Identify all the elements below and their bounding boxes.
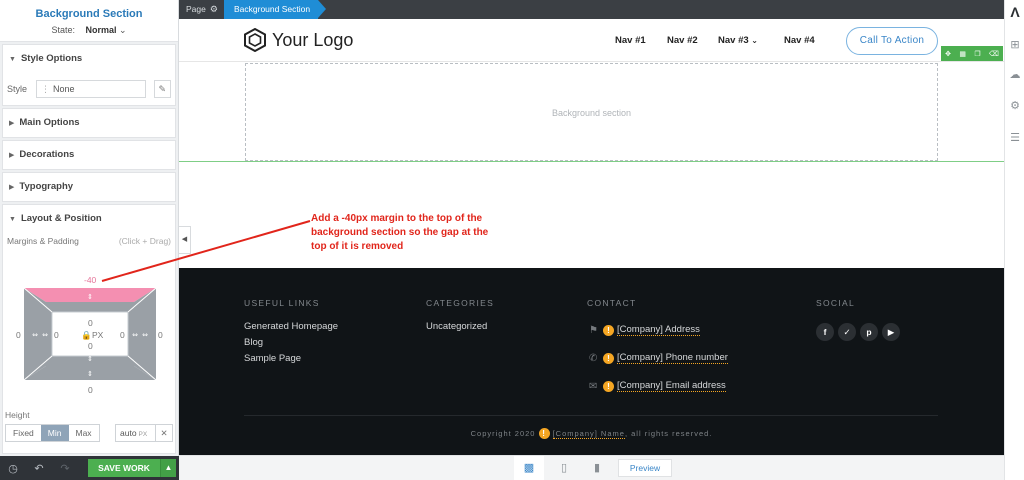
preview-button[interactable]: Preview	[618, 459, 672, 477]
youtube-icon[interactable]: ▶	[882, 323, 900, 341]
app-logo-icon[interactable]: Λ	[1005, 4, 1024, 20]
categories-heading: CATEGORIES	[426, 298, 495, 308]
footer-link[interactable]: Sample Page	[244, 353, 301, 364]
contact-text: [Company] Email address	[617, 380, 726, 392]
copyright-suffix: , all rights reserved.	[624, 429, 713, 438]
add-icon[interactable]: ⊞	[1005, 38, 1024, 51]
contact-text: [Company] Phone number	[617, 352, 728, 364]
phone-icon: ✆	[589, 352, 598, 364]
filter-icon[interactable]: ☰	[1005, 131, 1024, 144]
contact-address[interactable]: ⚑! [Company] Address	[589, 324, 700, 336]
right-rail: Λ ⊞ ☁ ⚙ ☰	[1004, 0, 1024, 480]
site-footer: USEFUL LINKS Generated Homepage Blog Sam…	[179, 268, 1004, 455]
footer-divider	[244, 415, 938, 416]
warning-icon: !	[603, 324, 614, 336]
footer-link[interactable]: Generated Homepage	[244, 321, 338, 332]
contact-phone[interactable]: ✆! [Company] Phone number	[589, 352, 728, 364]
annotation-note: Add a -40px margin to the top of the bac…	[311, 213, 489, 252]
mobile-view-icon[interactable]: ▮	[582, 456, 612, 480]
tablet-view-icon[interactable]: ▯	[549, 456, 579, 480]
facebook-icon[interactable]: f	[816, 323, 834, 341]
copyright-company: [Company] Name	[552, 429, 625, 439]
copyright: Copyright 2020 ! [Company] Name, all righ…	[179, 428, 1004, 439]
device-bar: ▩ ▯ ▮ Preview	[179, 455, 1004, 480]
contact-email[interactable]: ✉! [Company] Email address	[589, 380, 726, 392]
pinterest-icon[interactable]: p	[860, 323, 878, 341]
contact-heading: CONTACT	[587, 298, 637, 308]
footer-link[interactable]: Blog	[244, 337, 263, 348]
map-pin-icon: ⚑	[589, 324, 598, 336]
useful-links-heading: USEFUL LINKS	[244, 298, 320, 308]
warning-icon: !	[603, 352, 614, 364]
warning-icon: !	[538, 428, 550, 439]
contact-text: [Company] Address	[617, 324, 700, 336]
gear-icon[interactable]: ⚙	[1005, 99, 1024, 112]
warning-icon: !	[603, 380, 614, 392]
cloud-icon[interactable]: ☁	[1005, 68, 1024, 81]
twitter-icon[interactable]: ✓	[838, 323, 856, 341]
category-link[interactable]: Uncategorized	[426, 321, 487, 332]
envelope-icon: ✉	[589, 380, 598, 392]
desktop-view-icon[interactable]: ▩	[514, 456, 544, 480]
copyright-prefix: Copyright 2020	[470, 429, 536, 438]
social-heading: SOCIAL	[816, 298, 855, 308]
